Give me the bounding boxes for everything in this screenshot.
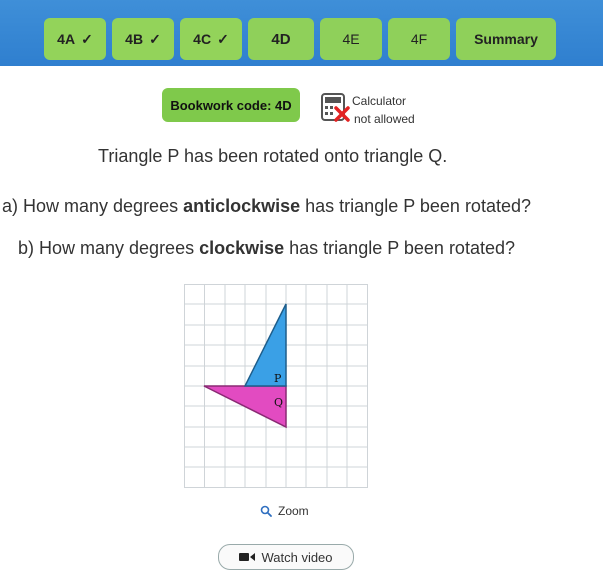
checkmark-icon: ✓ <box>149 30 161 47</box>
tab-label: 4D <box>271 30 291 48</box>
question-a-emphasis: anticlockwise <box>183 196 301 216</box>
zoom-button[interactable]: Zoom <box>260 504 309 518</box>
question-a: a) How many degrees anticlockwise has tr… <box>2 196 531 217</box>
tab-label: 4C <box>193 31 212 47</box>
tab-label: 4B <box>125 31 144 47</box>
question-b-emphasis: clockwise <box>199 238 285 258</box>
tab-label: 4F <box>410 31 428 47</box>
checkmark-icon: ✓ <box>217 30 229 47</box>
question-a-prefix: a) How many degrees <box>2 196 184 216</box>
calculator-status: Calculator not allowed <box>352 92 415 128</box>
watch-video-label: Watch video <box>261 549 333 565</box>
calculator-not-allowed-icon <box>321 93 350 122</box>
bookwork-code: Bookwork code: 4D <box>162 88 300 122</box>
tab-strip: 4A ✓ 4B ✓ 4C ✓ 4D 4E 4F Summary <box>44 18 556 60</box>
tab-label: Summary <box>474 31 538 47</box>
tab-4c[interactable]: 4C ✓ <box>180 18 242 60</box>
tab-4a[interactable]: 4A ✓ <box>44 18 106 60</box>
calculator-label: Calculator <box>352 94 407 108</box>
tab-4f[interactable]: 4F <box>388 18 450 60</box>
checkmark-icon: ✓ <box>81 30 93 47</box>
question-intro: Triangle P has been rotated onto triangl… <box>98 146 448 166</box>
label-q: Q <box>274 396 283 409</box>
tab-label: 4A <box>57 31 76 47</box>
bookwork-code-label: Bookwork code: 4D <box>170 97 292 113</box>
tab-label: 4E <box>342 31 360 47</box>
video-icon <box>239 553 256 561</box>
question-b-prefix: b) How many degrees <box>18 238 200 258</box>
top-bar: 4A ✓ 4B ✓ 4C ✓ 4D 4E 4F Summary <box>0 0 603 66</box>
tab-4e[interactable]: 4E <box>320 18 382 60</box>
calculator-status-text: not allowed <box>354 112 415 126</box>
question-b: b) How many degrees clockwise has triang… <box>18 238 515 259</box>
tab-summary[interactable]: Summary <box>456 18 556 60</box>
question-a-suffix: has triangle P been rotated? <box>300 196 531 216</box>
label-p: P <box>274 372 282 385</box>
search-icon <box>260 505 272 517</box>
rotation-diagram[interactable]: P Q <box>184 284 368 488</box>
watch-video-button[interactable]: Watch video <box>218 544 354 570</box>
tab-4b[interactable]: 4B ✓ <box>112 18 174 60</box>
tab-4d[interactable]: 4D <box>248 18 314 60</box>
question-b-suffix: has triangle P been rotated? <box>284 238 515 258</box>
zoom-label: Zoom <box>278 504 309 518</box>
